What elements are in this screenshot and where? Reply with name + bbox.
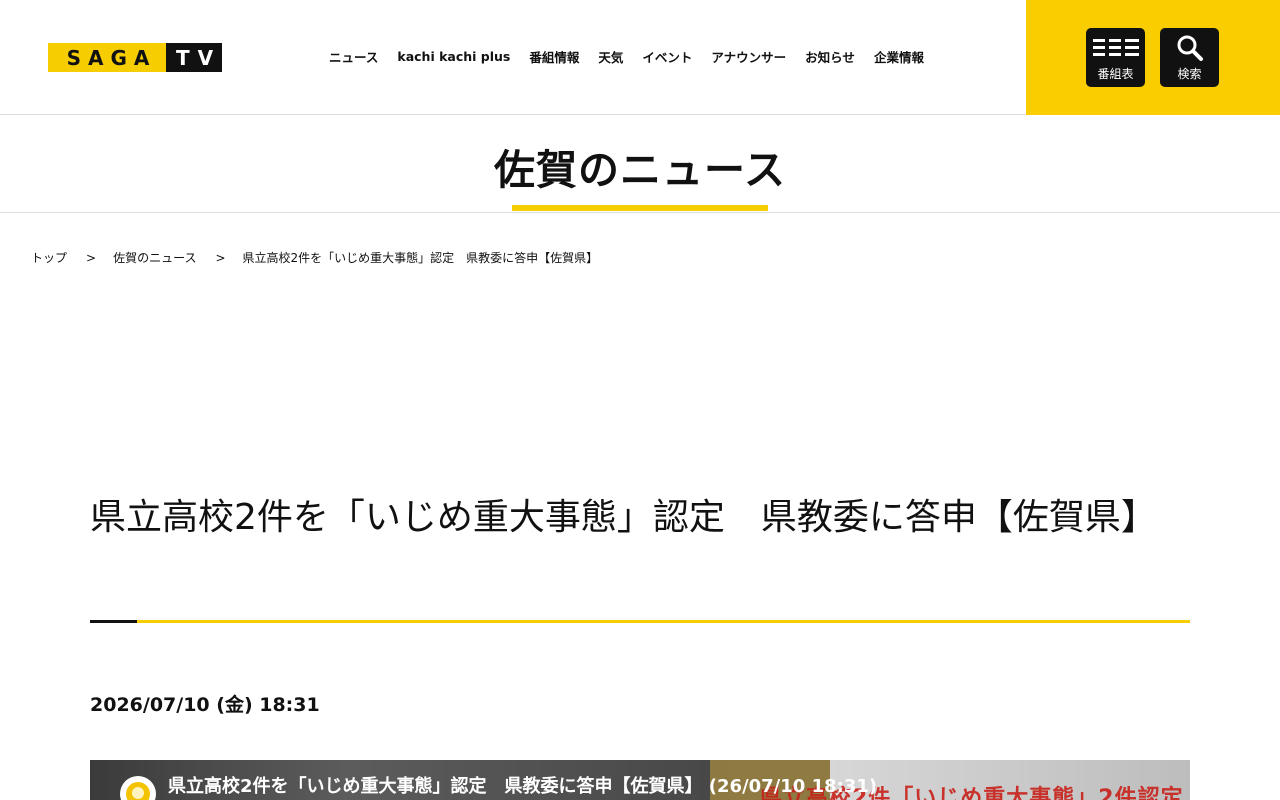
search-button[interactable]: 検索 (1160, 28, 1219, 87)
nav-item-notices[interactable]: お知らせ (805, 47, 855, 66)
channel-face-mark (132, 787, 144, 799)
site-header: SAGA TV ニュース kachi kachi plus 番組情報 天気 イベ… (0, 0, 1280, 115)
page-title: 佐賀のニュース (494, 146, 786, 194)
article-date: 2026/07/10 (金) 18:31 (90, 694, 320, 716)
nav-item-corporate[interactable]: 企業情報 (874, 47, 924, 66)
breadcrumb-separator: > (86, 250, 97, 265)
title-accent-bar (512, 205, 768, 211)
article-title-rule (90, 620, 1190, 623)
breadcrumb-item-top[interactable]: トップ (31, 249, 67, 266)
video-player[interactable]: 県立高校2件「いじめ重大事態」2件認定 県立高校2件を「いじめ重大事態」認定 県… (90, 760, 1190, 800)
program-guide-button[interactable]: 番組表 (1086, 28, 1145, 87)
global-nav: ニュース kachi kachi plus 番組情報 天気 イベント アナウンサ… (329, 47, 943, 65)
nav-item-weather[interactable]: 天気 (598, 47, 623, 66)
breadcrumb-item-saga-news[interactable]: 佐賀のニュース (113, 249, 196, 266)
nav-item-events[interactable]: イベント (642, 47, 692, 66)
program-guide-label: 番組表 (1097, 67, 1134, 81)
search-label: 検索 (1177, 67, 1202, 81)
nav-item-news[interactable]: ニュース (329, 47, 378, 66)
video-title[interactable]: 県立高校2件を「いじめ重大事態」認定 県教委に答申【佐賀県】 (26/07/10… (168, 772, 877, 798)
sagatv-logo[interactable]: SAGA TV (48, 43, 222, 72)
breadcrumb-item-current: 県立高校2件を「いじめ重大事態」認定 県教委に答申【佐賀県】 (242, 251, 599, 265)
logo-saga-text: SAGA (48, 43, 166, 72)
breadcrumb: トップ > 佐賀のニュース > 県立高校2件を「いじめ重大事態」認定 県教委に答… (31, 249, 598, 266)
breadcrumb-separator: > (215, 250, 226, 265)
article-title: 県立高校2件を「いじめ重大事態」認定 県教委に答申【佐賀県】 (90, 497, 1157, 538)
nav-item-kachi-kachi-plus[interactable]: kachi kachi plus (397, 49, 510, 64)
program-list-icon (1092, 39, 1139, 56)
nav-item-programs[interactable]: 番組情報 (529, 47, 579, 66)
section-heading: 佐賀のニュース (0, 116, 1280, 213)
search-icon (1177, 35, 1203, 61)
nav-item-announcers[interactable]: アナウンサー (711, 47, 786, 66)
header-action-area: 番組表 検索 (1026, 0, 1280, 115)
article-title-rule-accent (90, 620, 137, 623)
logo-tv-text: TV (166, 43, 222, 72)
